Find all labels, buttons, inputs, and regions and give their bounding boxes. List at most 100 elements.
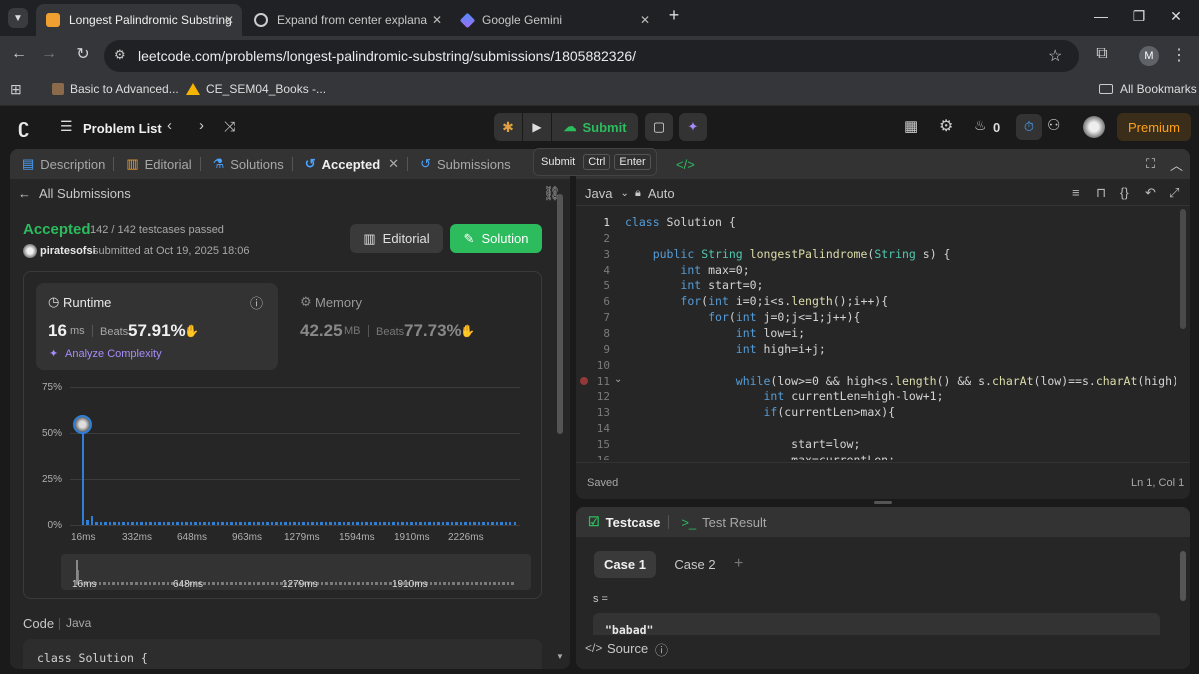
- chart-bar[interactable]: [162, 522, 166, 525]
- apps-grid-icon[interactable]: ⊞: [10, 81, 22, 98]
- chart-bar[interactable]: [482, 522, 485, 525]
- maximize-button[interactable]: ❐: [1129, 8, 1149, 25]
- fold-chevron-icon[interactable]: ⌄: [614, 374, 622, 385]
- reset-icon[interactable]: ↶: [1145, 185, 1156, 201]
- chart-bar[interactable]: [275, 522, 278, 525]
- chart-bar[interactable]: [117, 522, 121, 525]
- chart-bar[interactable]: [392, 522, 395, 525]
- tab-accepted[interactable]: ↺ Accepted ✕: [299, 149, 414, 179]
- run-button[interactable]: ▶: [523, 113, 551, 141]
- runtime-box[interactable]: ◷ Runtime ⓘ 16 ms Beats 57.91% ✋ ✦ Analy…: [36, 283, 278, 370]
- chart-bar[interactable]: [108, 522, 112, 525]
- chart-bar[interactable]: [455, 522, 458, 525]
- analyze-complexity-link[interactable]: Analyze Complexity: [65, 348, 162, 360]
- chart-bar[interactable]: [405, 522, 409, 525]
- add-collaborator-icon[interactable]: ⚇: [1047, 116, 1060, 134]
- address-bar[interactable]: ⚙ leetcode.com/problems/longest-palindro…: [104, 40, 1079, 72]
- chart-bar[interactable]: [369, 522, 373, 525]
- chart-bar[interactable]: [504, 522, 507, 525]
- chart-bar[interactable]: [266, 522, 269, 525]
- chart-bar[interactable]: [158, 522, 161, 525]
- bookmark-ce-books[interactable]: CE_SEM04_Books -...: [186, 82, 326, 96]
- chart-bar[interactable]: [302, 522, 305, 525]
- chart-bar[interactable]: [491, 522, 494, 525]
- debug-button[interactable]: ✱: [494, 113, 522, 141]
- your-submission-marker[interactable]: [73, 415, 92, 434]
- chart-bar[interactable]: [342, 522, 346, 525]
- profile-avatar[interactable]: M: [1139, 46, 1159, 66]
- chart-bar[interactable]: [270, 522, 274, 525]
- chart-bar[interactable]: [347, 522, 350, 525]
- chart-bar[interactable]: [509, 522, 512, 525]
- chart-bar[interactable]: [234, 522, 238, 525]
- chart-bar[interactable]: [450, 522, 454, 525]
- chart-bar[interactable]: [459, 522, 463, 525]
- chart-bar[interactable]: [477, 522, 481, 525]
- chart-bar[interactable]: [387, 522, 391, 525]
- chart-bar[interactable]: [464, 522, 467, 525]
- chart-bar[interactable]: [446, 522, 449, 525]
- memory-box[interactable]: ⚙ Memory 42.25 MB Beats 77.73% ✋: [288, 283, 530, 370]
- close-window-button[interactable]: ✕: [1166, 8, 1186, 25]
- tab-search-button[interactable]: ▼: [8, 8, 28, 28]
- browser-tab-chatgpt[interactable]: Expand from center explanation ✕: [244, 4, 450, 36]
- breakpoint-dot[interactable]: [580, 377, 588, 385]
- bookmark-basic[interactable]: Basic to Advanced...: [52, 82, 179, 96]
- tab-editorial[interactable]: ▥ Editorial: [120, 149, 206, 179]
- timer-button[interactable]: ⏱: [1016, 114, 1042, 140]
- chart-bar[interactable]: [365, 522, 368, 525]
- browser-tab-leetcode[interactable]: Longest Palindromic Substring ✕: [36, 4, 242, 36]
- ai-assist-button[interactable]: ✦: [679, 113, 707, 141]
- prev-problem-icon[interactable]: ‹: [167, 117, 172, 134]
- minimize-button[interactable]: —: [1091, 8, 1111, 24]
- tab-test-result[interactable]: >_ Test Result: [675, 507, 772, 537]
- add-case-icon[interactable]: +: [734, 555, 743, 573]
- chart-bar[interactable]: [419, 522, 422, 525]
- chart-bar[interactable]: [356, 522, 359, 525]
- chart-bar[interactable]: [104, 522, 107, 525]
- chart-bar[interactable]: [252, 522, 256, 525]
- chart-bar[interactable]: [144, 522, 148, 525]
- format-icon[interactable]: ≡: [1072, 185, 1080, 200]
- site-info-icon[interactable]: ⚙: [114, 47, 126, 63]
- chart-bar[interactable]: [486, 522, 490, 525]
- chart-bar[interactable]: [257, 522, 260, 525]
- chart-bar[interactable]: [86, 520, 89, 525]
- language-select[interactable]: Java ⌄: [585, 186, 629, 201]
- chart-bar[interactable]: [140, 522, 143, 525]
- chart-bar[interactable]: [383, 522, 386, 525]
- info-icon[interactable]: ⓘ: [250, 293, 263, 312]
- forward-arrow-icon[interactable]: →: [38, 45, 60, 63]
- variable-input[interactable]: "babad": [593, 613, 1160, 635]
- close-icon[interactable]: ✕: [432, 13, 442, 27]
- chart-bar[interactable]: [423, 522, 427, 525]
- chart-bar[interactable]: [437, 522, 440, 525]
- chart-bar[interactable]: [230, 522, 233, 525]
- chart-bar[interactable]: [401, 522, 404, 525]
- expand-icon[interactable]: ⛶: [1146, 156, 1155, 172]
- chart-bar[interactable]: [279, 522, 283, 525]
- new-tab-button[interactable]: +: [664, 5, 684, 26]
- tab-testcase[interactable]: ☑ Testcase: [582, 507, 675, 537]
- back-arrow-icon[interactable]: ←: [8, 45, 30, 63]
- next-problem-icon[interactable]: ›: [199, 117, 204, 134]
- chart-bar[interactable]: [288, 522, 292, 525]
- streak-flame-icon[interactable]: ♨: [974, 117, 987, 134]
- reload-icon[interactable]: ↻: [72, 44, 94, 64]
- chart-bar[interactable]: [428, 522, 431, 525]
- tab-solutions[interactable]: ⚗ Solutions: [207, 149, 299, 179]
- close-icon[interactable]: ✕: [388, 156, 399, 172]
- chart-bar[interactable]: [149, 522, 152, 525]
- chart-bar[interactable]: [495, 522, 498, 525]
- chart-bar[interactable]: [500, 522, 503, 525]
- chart-bar[interactable]: [212, 522, 215, 525]
- chart-bar[interactable]: [513, 522, 516, 525]
- code-editor[interactable]: 1 class Solution {2 3 public String longes…: [576, 214, 1176, 460]
- braces-icon[interactable]: {}: [1120, 185, 1129, 200]
- chart-bar[interactable]: [239, 522, 242, 525]
- chart-bar[interactable]: [297, 522, 301, 525]
- notes-button[interactable]: ▢: [645, 113, 673, 141]
- chart-bar[interactable]: [207, 522, 211, 525]
- close-icon[interactable]: ✕: [640, 13, 650, 27]
- user-avatar[interactable]: [1083, 116, 1105, 138]
